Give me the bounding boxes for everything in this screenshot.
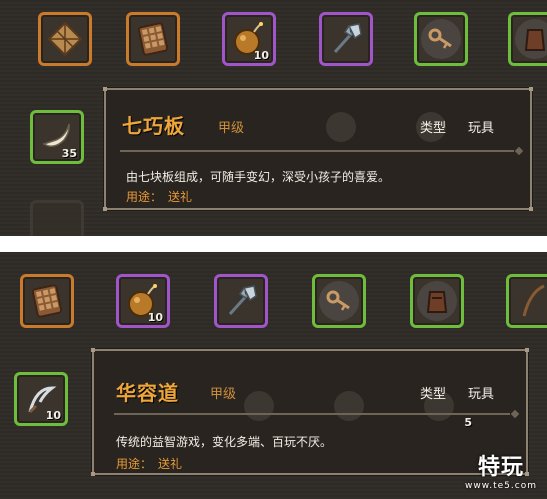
item-count: 35 xyxy=(61,147,77,160)
key-icon xyxy=(326,290,350,311)
item-use-label: 用途： xyxy=(126,190,163,204)
tangram-board-icon xyxy=(137,22,169,56)
item-grade: 甲级 xyxy=(218,121,245,136)
item-name: 华容道 xyxy=(116,381,179,405)
inventory-slot-gourd-bomb[interactable]: 10 xyxy=(222,12,276,66)
watermark-url: www.te5.com xyxy=(465,481,537,491)
item-use-value: 送礼 xyxy=(158,457,183,471)
tangram-board-icon xyxy=(31,284,63,318)
item-grade: 甲级 xyxy=(210,387,237,402)
inventory-slot-horn[interactable]: 35 xyxy=(30,110,84,164)
axe-icon xyxy=(228,285,257,316)
axe-icon xyxy=(333,23,362,54)
item-use-label: 用途： xyxy=(116,457,153,471)
inventory-panel-2: 10 10 5 华容道 甲级 类型 玩具 传统的益智游戏，变化多端、百玩不厌。 … xyxy=(0,252,547,499)
item-description: 由七块板组成，可随手变幻，深受小孩子的喜爱。 xyxy=(126,170,391,184)
item-tooltip: 5 华容道 甲级 类型 玩具 传统的益智游戏，变化多端、百玩不厌。 用途： 送礼 xyxy=(91,348,529,476)
item-type-label: 类型 xyxy=(420,121,447,136)
inventory-slot-axe[interactable] xyxy=(214,274,268,328)
inventory-slot-gourd-bomb[interactable]: 10 xyxy=(116,274,170,328)
ghost-slot-icon xyxy=(334,391,364,421)
inventory-slot-empty[interactable] xyxy=(30,200,84,236)
armor-icon xyxy=(524,29,546,51)
ghost-slot-icon xyxy=(326,112,356,142)
bow-icon xyxy=(522,284,545,317)
screenshot-divider xyxy=(0,236,547,252)
watermark-logo: 特玩 www.te5.com xyxy=(465,449,537,491)
ghost-item-count: 5 xyxy=(464,416,472,429)
inventory-slot-tangram-board[interactable] xyxy=(126,12,180,66)
item-count: 10 xyxy=(253,49,269,62)
item-description: 传统的益智游戏，变化多端、百玩不厌。 xyxy=(116,435,333,449)
item-use-value: 送礼 xyxy=(168,190,193,204)
inventory-slot-sickle[interactable]: 10 xyxy=(14,372,68,426)
inventory-panel-1: 10 35 七巧板 甲级 类型 玩具 由七块板组成，可随手变幻，深受小孩子的喜爱… xyxy=(0,0,547,236)
inventory-slot-bow[interactable] xyxy=(506,274,547,328)
item-count: 10 xyxy=(147,311,163,324)
item-count: 10 xyxy=(45,409,61,422)
inventory-slot-key[interactable] xyxy=(312,274,366,328)
armor-icon xyxy=(426,291,448,313)
inventory-slot-armor[interactable] xyxy=(410,274,464,328)
tooltip-divider xyxy=(120,150,514,152)
inventory-slot-armor[interactable] xyxy=(508,12,547,66)
inventory-slot-axe[interactable] xyxy=(319,12,373,66)
key-icon xyxy=(428,28,452,49)
item-type-label: 类型 xyxy=(420,387,447,402)
ghost-slot-icon xyxy=(244,391,274,421)
item-type-value: 玩具 xyxy=(468,121,495,136)
tangram-icon xyxy=(47,21,83,57)
tooltip-divider xyxy=(114,413,510,415)
inventory-slot-tangram-board[interactable] xyxy=(20,274,74,328)
inventory-slot-key[interactable] xyxy=(414,12,468,66)
item-name: 七巧板 xyxy=(122,114,185,138)
item-tooltip: 七巧板 甲级 类型 玩具 由七块板组成，可随手变幻，深受小孩子的喜爱。 用途： … xyxy=(103,87,533,211)
inventory-slot-tangram[interactable] xyxy=(38,12,92,66)
item-type-value: 玩具 xyxy=(468,387,495,402)
watermark-text: 特玩 xyxy=(477,455,524,480)
